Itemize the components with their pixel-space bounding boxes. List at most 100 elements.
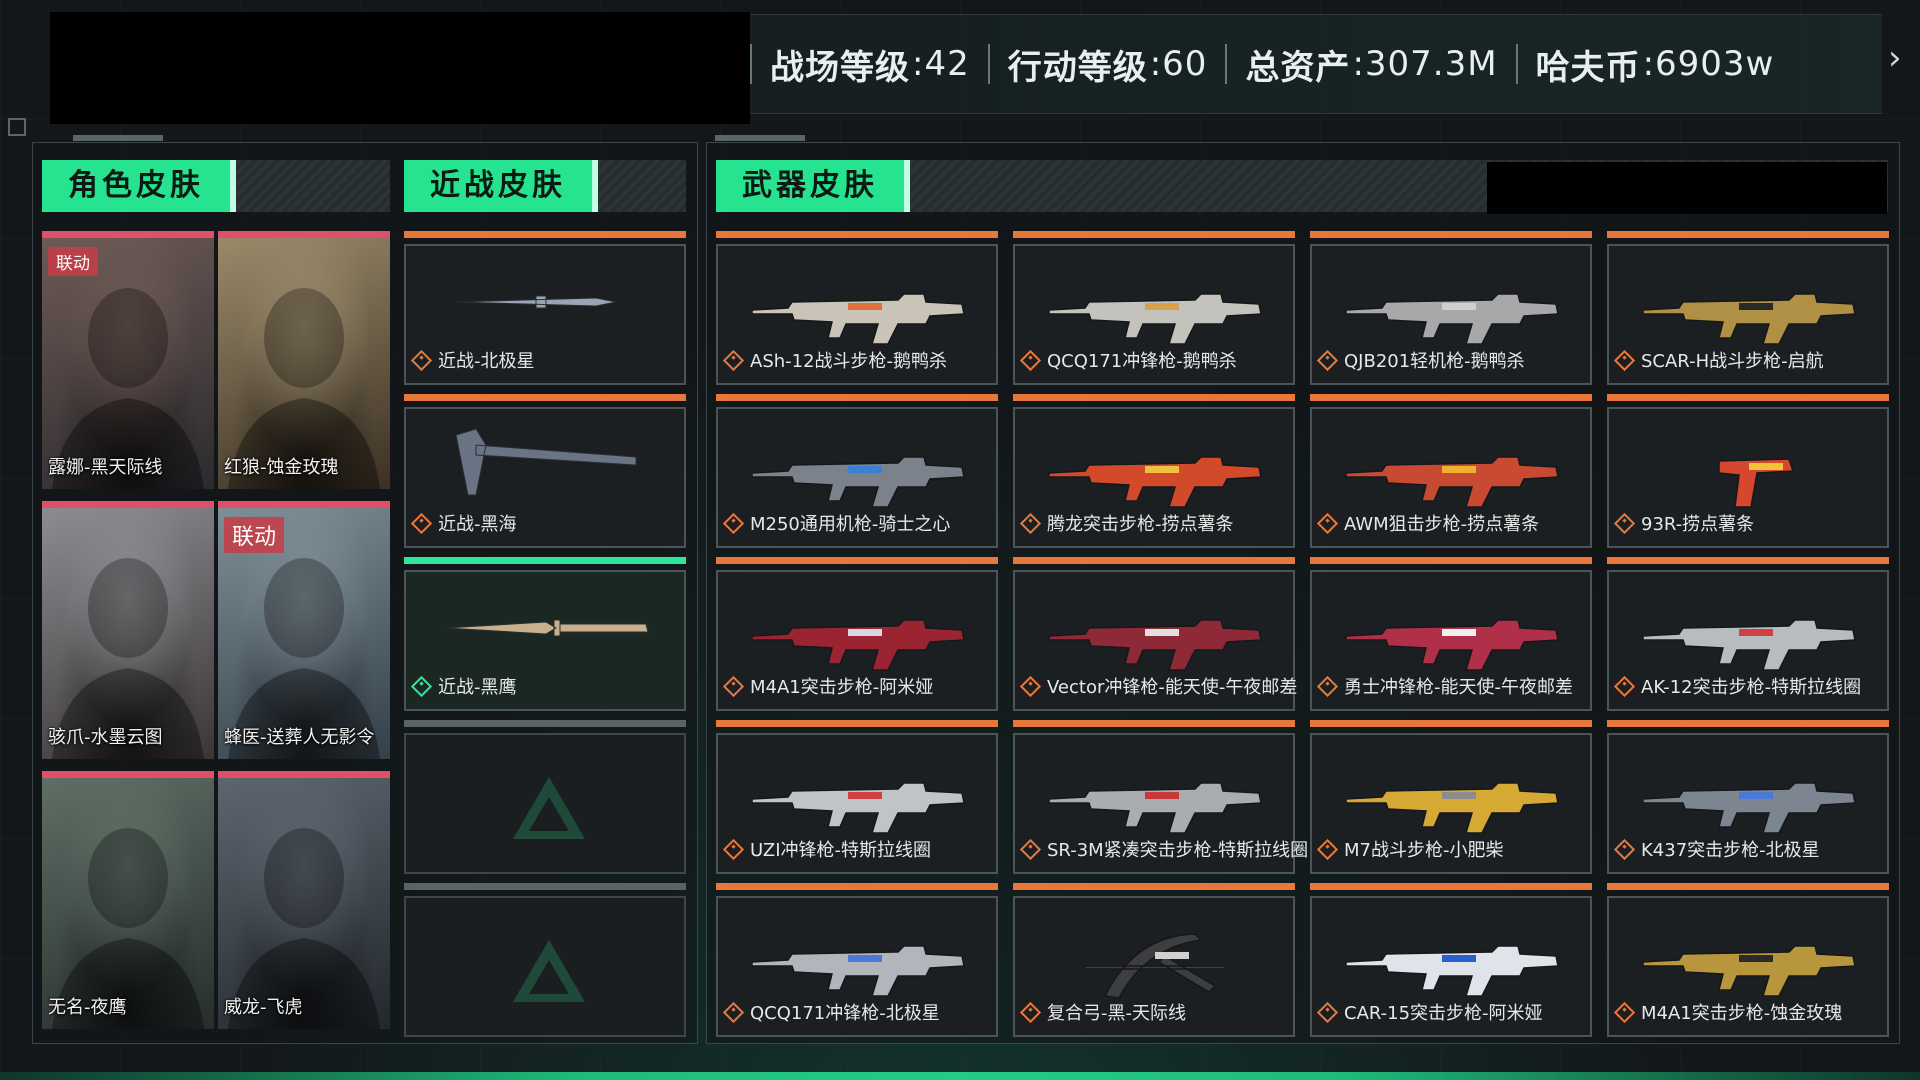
rarity-diamond-icon — [1613, 512, 1636, 534]
character-skin-card[interactable]: 威龙-飞虎 — [218, 771, 390, 1029]
rarity-bar — [1013, 394, 1295, 401]
weapon-skin-frame: SCAR-H战斗步枪-启航 — [1607, 244, 1889, 385]
character-portrait — [42, 508, 214, 759]
character-section-header: 角色皮肤 — [42, 160, 390, 212]
rarity-diamond-icon — [722, 349, 745, 371]
collab-badge: 联动 — [224, 517, 285, 553]
rarity-bar — [218, 231, 390, 238]
weapon-skin-card[interactable]: UZI冲锋枪-特斯拉线圈 — [716, 720, 998, 874]
rarity-bar — [1607, 231, 1889, 238]
rarity-bar — [1607, 883, 1889, 890]
melee-skin-card[interactable] — [404, 883, 686, 1037]
weapon-image — [1048, 619, 1262, 671]
weapon-skin-name: CAR-15突击步枪-阿米娅 — [1344, 1003, 1543, 1024]
portrait-silhouette — [228, 288, 380, 489]
rarity-bar — [218, 501, 390, 508]
weapon-skin-card[interactable]: SCAR-H战斗步枪-启航 — [1607, 231, 1889, 385]
weapon-skin-card[interactable]: SR-3M紧凑突击步枪-特斯拉线圈 — [1013, 720, 1308, 874]
stat-battlefield-level: 战场等级:42 — [752, 15, 988, 113]
rarity-bar — [1310, 720, 1592, 727]
stat-operation-level: 行动等级:60 — [990, 15, 1226, 113]
weapon-skin-label: QCQ171冲锋枪-鹅鸭杀 — [1019, 347, 1237, 373]
weapon-image — [1048, 782, 1262, 834]
rarity-diamond-icon — [1019, 512, 1042, 534]
weapon-image — [1048, 456, 1262, 508]
melee-section-title: 近战皮肤 — [404, 160, 592, 212]
character-skin-card[interactable]: 联动 蜂医-送葬人无影令 — [218, 501, 390, 759]
character-skin-card[interactable]: 联动 露娜-黑天际线 — [42, 231, 214, 489]
weapon-image — [751, 456, 965, 508]
weapon-skin-card[interactable]: AK-12突击步枪-特斯拉线圈 — [1607, 557, 1889, 711]
melee-skin-card[interactable]: 近战-黑鹰 — [404, 557, 686, 711]
weapon-skin-card[interactable]: CAR-15突击步枪-阿米娅 — [1310, 883, 1592, 1037]
melee-skin-card[interactable]: 近战-黑海 — [404, 394, 686, 548]
rarity-bar — [1310, 883, 1592, 890]
rarity-diamond-icon — [1316, 1001, 1339, 1023]
rarity-bar — [716, 231, 998, 238]
weapon-skin-card[interactable]: M4A1突击步枪-阿米娅 — [716, 557, 998, 711]
weapon-image — [751, 945, 965, 997]
weapon-skin-card[interactable]: QCQ171冲锋枪-北极星 — [716, 883, 998, 1037]
rarity-bar — [42, 501, 214, 508]
weapon-skin-name: AWM狙击步枪-捞点薯条 — [1344, 514, 1540, 535]
weapon-image — [1345, 619, 1559, 671]
rarity-bar — [404, 720, 686, 727]
stat-havoc-coins: 哈夫币:6903w — [1518, 15, 1793, 113]
weapon-image — [1642, 945, 1856, 997]
weapon-skin-card[interactable]: M7战斗步枪-小肥柴 — [1310, 720, 1592, 874]
weapon-skin-name: Vector冲锋枪-能天使-午夜邮差 — [1047, 677, 1298, 698]
rarity-diamond-icon — [1316, 512, 1339, 534]
weapon-skin-card[interactable]: M250通用机枪-骑士之心 — [716, 394, 998, 548]
weapon-skin-card[interactable]: AWM狙击步枪-捞点薯条 — [1310, 394, 1592, 548]
weapon-skin-card[interactable]: 93R-捞点薯条 — [1607, 394, 1889, 548]
portrait-silhouette — [52, 558, 204, 759]
character-skin-card[interactable]: 红狼-蚀金玫瑰 — [218, 231, 390, 489]
weapon-skin-label: UZI冲锋枪-特斯拉线圈 — [722, 836, 931, 862]
weapon-skin-label: 勇士冲锋枪-能天使-午夜邮差 — [1316, 673, 1573, 699]
weapon-image — [1345, 293, 1559, 345]
weapon-skin-card[interactable]: M4A1突击步枪-蚀金玫瑰 — [1607, 883, 1889, 1037]
rarity-bar — [1607, 557, 1889, 564]
character-skin-card[interactable]: 无名-夜鹰 — [42, 771, 214, 1029]
rarity-bar — [1013, 557, 1295, 564]
weapon-skin-frame: 93R-捞点薯条 — [1607, 407, 1889, 548]
weapon-skin-name: UZI冲锋枪-特斯拉线圈 — [750, 840, 931, 861]
rarity-diamond-icon — [1613, 349, 1636, 371]
weapon-image — [1345, 782, 1559, 834]
weapon-skin-name: 腾龙突击步枪-捞点薯条 — [1047, 514, 1234, 535]
rarity-diamond-icon — [1613, 675, 1636, 697]
weapon-skin-frame: AK-12突击步枪-特斯拉线圈 — [1607, 570, 1889, 711]
character-skin-name: 威龙-飞虎 — [224, 997, 303, 1018]
rarity-diamond-icon — [1613, 838, 1636, 860]
chevron-right-icon[interactable]: › — [1888, 41, 1908, 75]
rarity-bar — [1607, 394, 1889, 401]
weapon-skin-name: 勇士冲锋枪-能天使-午夜邮差 — [1344, 677, 1573, 698]
rarity-diamond-icon — [410, 512, 433, 534]
corner-marker — [8, 118, 26, 136]
rarity-diamond-icon — [1613, 1001, 1636, 1023]
rarity-diamond-icon — [722, 675, 745, 697]
weapon-skin-frame: M4A1突击步枪-阿米娅 — [716, 570, 998, 711]
character-skin-card[interactable]: 骇爪-水墨云图 — [42, 501, 214, 759]
weapon-skin-frame: K437突击步枪-北极星 — [1607, 733, 1889, 874]
weapon-skin-card[interactable]: ASh-12战斗步枪-鹅鸭杀 — [716, 231, 998, 385]
melee-skin-card[interactable] — [404, 720, 686, 874]
weapon-skin-frame: AWM狙击步枪-捞点薯条 — [1310, 407, 1592, 548]
weapon-skin-card[interactable]: QJB201轻机枪-鹅鸭杀 — [1310, 231, 1592, 385]
weapon-skin-card[interactable]: 勇士冲锋枪-能天使-午夜邮差 — [1310, 557, 1592, 711]
weapon-skin-card[interactable]: 复合弓-黑-天际线 — [1013, 883, 1295, 1037]
weapon-skin-name: QCQ171冲锋枪-鹅鸭杀 — [1047, 351, 1237, 372]
weapon-skin-card[interactable]: 腾龙突击步枪-捞点薯条 — [1013, 394, 1295, 548]
redacted-area — [1487, 162, 1887, 214]
weapon-skin-name: ASh-12战斗步枪-鹅鸭杀 — [750, 351, 948, 372]
portrait-silhouette — [52, 828, 204, 1029]
melee-weapon-image — [455, 428, 637, 496]
weapon-skin-name: SR-3M紧凑突击步枪-特斯拉线圈 — [1047, 840, 1309, 861]
stat-label: 哈夫币 — [1535, 47, 1641, 88]
melee-skin-card[interactable]: 近战-北极星 — [404, 231, 686, 385]
weapon-image — [1345, 945, 1559, 997]
weapon-image — [751, 782, 965, 834]
weapon-skin-card[interactable]: K437突击步枪-北极星 — [1607, 720, 1889, 874]
weapon-skin-card[interactable]: QCQ171冲锋枪-鹅鸭杀 — [1013, 231, 1295, 385]
weapon-skin-card[interactable]: Vector冲锋枪-能天使-午夜邮差 — [1013, 557, 1298, 711]
